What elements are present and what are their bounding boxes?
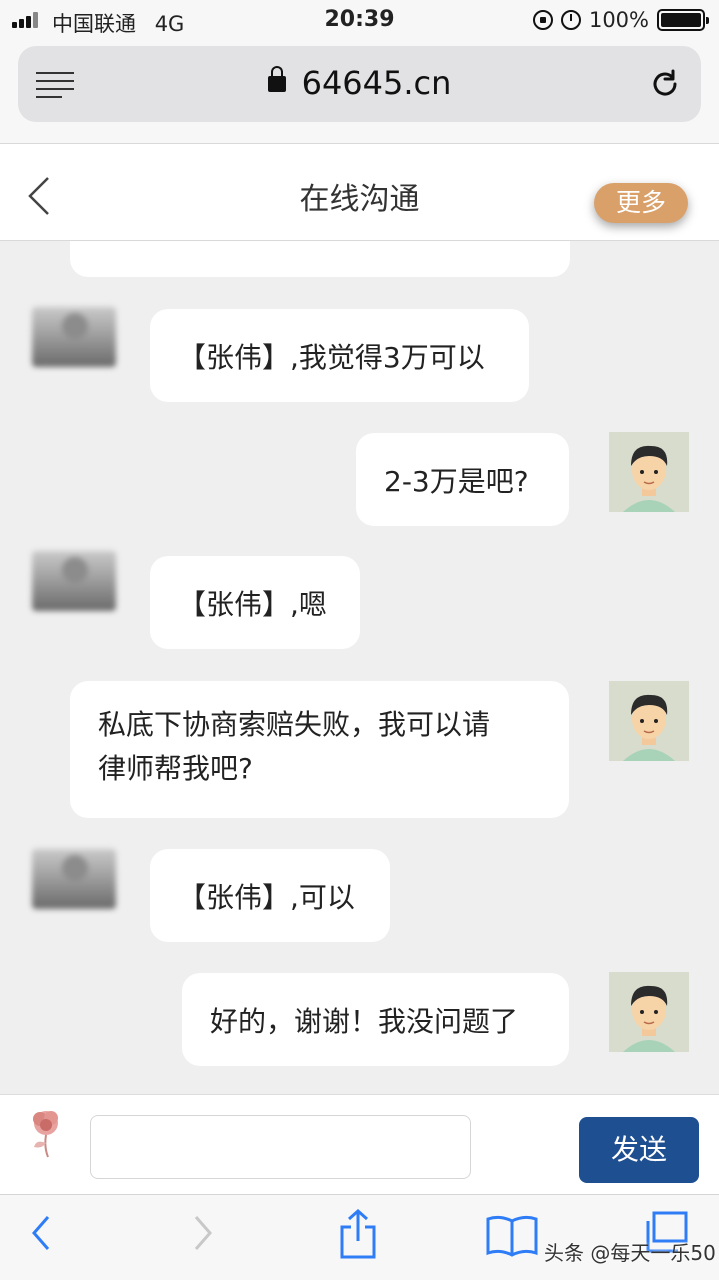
battery-icon (657, 9, 709, 31)
send-button[interactable]: 发送 (579, 1117, 699, 1183)
url-display[interactable]: 64645.cn (18, 64, 701, 102)
back-arrow-icon[interactable] (28, 1213, 54, 1253)
bookmarks-icon[interactable] (486, 1213, 538, 1257)
status-bar: 中国联通 4G 20:39 100% (0, 0, 719, 40)
message-bubble-other: 【张伟】,可以 (150, 849, 390, 942)
browser-toolbar: 头条 @每天一乐50 (0, 1194, 719, 1280)
browser-top-bar: 64645.cn (0, 40, 719, 143)
message-bubble-me: 私底下协商索赔失败，我可以请 律师帮我吧? (70, 681, 569, 818)
message-text: 【张伟】,可以 (178, 880, 355, 914)
carrier-name: 中国联通 (52, 12, 136, 36)
composer-bar: 发送 (0, 1094, 719, 1194)
message-line: 律师帮我吧? (98, 752, 253, 785)
lock-icon (267, 66, 286, 92)
rose-icon[interactable] (18, 1103, 74, 1159)
status-right: 100% (532, 8, 709, 32)
message-input[interactable] (90, 1115, 471, 1179)
avatar-me (609, 972, 689, 1052)
avatar-other (32, 307, 116, 367)
message-bubble-partial (70, 241, 570, 277)
avatar-me (609, 681, 689, 761)
chat-area[interactable]: 【张伟】,我觉得3万可以 2-3万是吧? 【张伟】,嗯 私底下协商索赔失败，我可… (0, 241, 719, 1094)
address-bar[interactable]: 64645.cn (18, 46, 701, 122)
message-line: 私底下协商索赔失败，我可以请 (98, 708, 491, 741)
alarm-icon (560, 10, 581, 30)
message-bubble-other: 【张伟】,嗯 (150, 556, 360, 649)
network-type: 4G (154, 12, 185, 36)
user-avatar-icon (609, 432, 689, 512)
user-avatar-icon (609, 681, 689, 761)
forward-arrow-icon[interactable] (190, 1213, 216, 1253)
user-avatar-icon (609, 972, 689, 1052)
message-bubble-other: 【张伟】,我觉得3万可以 (150, 309, 529, 402)
message-text: 【张伟】,我觉得3万可以 (178, 340, 485, 374)
share-icon[interactable] (338, 1209, 378, 1259)
more-button[interactable]: 更多 (594, 183, 688, 223)
message-text: 2-3万是吧? (384, 464, 529, 498)
message-bubble-me: 2-3万是吧? (356, 433, 569, 526)
avatar-me (609, 432, 689, 512)
url-text: 64645.cn (301, 64, 452, 102)
watermark: 头条 @每天一乐50 (544, 1241, 716, 1265)
message-text: 好的，谢谢！我没问题了 (210, 1004, 519, 1038)
avatar-other (32, 849, 116, 909)
back-chevron-icon[interactable] (26, 176, 52, 216)
reload-icon[interactable] (649, 68, 681, 100)
battery-percent: 100% (588, 8, 649, 32)
avatar-other (32, 551, 116, 611)
chat-header: 在线沟通 更多 (0, 143, 719, 241)
message-text: 【张伟】,嗯 (178, 587, 327, 621)
rotation-lock-icon (532, 10, 553, 30)
carrier-label: 中国联通 4G (52, 8, 184, 38)
signal-icon (12, 12, 44, 28)
message-bubble-me: 好的，谢谢！我没问题了 (182, 973, 569, 1066)
